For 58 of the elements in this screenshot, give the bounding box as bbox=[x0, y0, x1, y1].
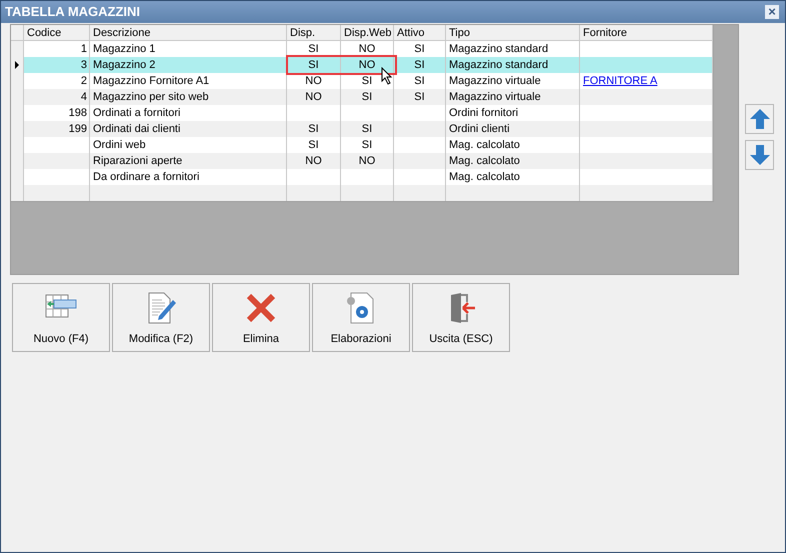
table-cell: SI bbox=[414, 75, 425, 87]
table-cell: Magazzino 1 bbox=[93, 43, 156, 55]
table-cell: SI bbox=[308, 139, 319, 151]
table-cell: NO bbox=[305, 155, 322, 167]
window-title: TABELLA MAGAZZINI bbox=[5, 3, 140, 22]
table-cell: Mag. calcolato bbox=[449, 155, 520, 167]
table-cell: Magazzino 2 bbox=[93, 59, 156, 71]
table-cell: SI bbox=[362, 139, 372, 151]
table-row[interactable]: Da ordinare a fornitori Mag. calcolato bbox=[11, 169, 713, 185]
table-row[interactable]: 198 Ordinati a fornitori Ordini fornitori bbox=[11, 105, 713, 121]
table-cell: NO bbox=[358, 43, 376, 55]
table-cell: 3 bbox=[80, 59, 87, 71]
supplier-link[interactable]: FORNITORE A bbox=[583, 75, 658, 87]
table-row[interactable]: 4 Magazzino per sito web NO SI SI Magazzino virtuale bbox=[11, 89, 713, 105]
table-cell: Ordini web bbox=[93, 139, 146, 151]
table-cell: Ordinati a fornitori bbox=[93, 107, 180, 119]
table-cell: 199 bbox=[68, 123, 87, 135]
table-row[interactable]: Riparazioni aperte NO NO Mag. calcolato bbox=[11, 153, 713, 169]
table-cell: 4 bbox=[80, 91, 87, 103]
table-cell: Mag. calcolato bbox=[449, 139, 520, 151]
toolbar-button[interactable]: Elimina bbox=[212, 283, 310, 352]
table-cell: Da ordinare a fornitori bbox=[93, 171, 200, 183]
toolbar-button[interactable]: Elaborazioni bbox=[312, 283, 410, 352]
table-row[interactable]: 199 Ordinati dai clienti SI SI Ordini clienti bbox=[11, 121, 713, 137]
table-cell: 2 bbox=[80, 75, 87, 87]
table-cell: Magazzino virtuale bbox=[449, 75, 541, 87]
table-cell: Magazzino per sito web bbox=[93, 91, 209, 103]
table-cell: Mag. calcolato bbox=[449, 171, 520, 183]
table-row[interactable]: Ordini web SI SI Mag. calcolato bbox=[11, 137, 713, 153]
table-cell: Ordinati dai clienti bbox=[93, 123, 180, 135]
table-cell: SI bbox=[362, 123, 372, 135]
table-cell: NO bbox=[358, 59, 376, 71]
table-cell: SI bbox=[414, 91, 425, 103]
table-cell: Ordini fornitori bbox=[449, 107, 518, 119]
table-cell: SI bbox=[308, 59, 319, 71]
table-cell: NO bbox=[305, 75, 322, 87]
table-cell: Magazzino standard bbox=[449, 43, 548, 55]
table-row[interactable]: 1 Magazzino 1 SI NO SI Magazzino standard bbox=[11, 41, 713, 57]
toolbar-button[interactable]: Uscita (ESC) bbox=[412, 283, 510, 352]
toolbar-button[interactable]: Modifica (F2) bbox=[112, 283, 210, 352]
table-cell: Magazzino virtuale bbox=[449, 91, 541, 103]
table-cell: Magazzino standard bbox=[449, 59, 548, 71]
table-cell: NO bbox=[305, 91, 322, 103]
table-cell: SI bbox=[414, 43, 425, 55]
close-button[interactable]: × bbox=[765, 5, 779, 19]
table-row[interactable]: 2 Magazzino Fornitore A1 NO SI SI Magazzino virtuale FORNITORE A bbox=[11, 73, 713, 89]
table-cell: SI bbox=[308, 123, 319, 135]
table-cell: SI bbox=[362, 75, 372, 87]
table-cell: SI bbox=[362, 91, 372, 103]
table-cell: Ordini clienti bbox=[449, 123, 510, 135]
table-cell: SI bbox=[414, 59, 425, 71]
table-cell: NO bbox=[358, 155, 376, 167]
table-cell: SI bbox=[308, 43, 319, 55]
table-cell: Riparazioni aperte bbox=[93, 155, 182, 167]
table-cell: 198 bbox=[68, 107, 87, 119]
table-cell: 1 bbox=[80, 43, 87, 55]
toolbar-button[interactable]: Nuovo (F4) bbox=[12, 283, 110, 352]
table-cell: Magazzino Fornitore A1 bbox=[93, 75, 210, 87]
